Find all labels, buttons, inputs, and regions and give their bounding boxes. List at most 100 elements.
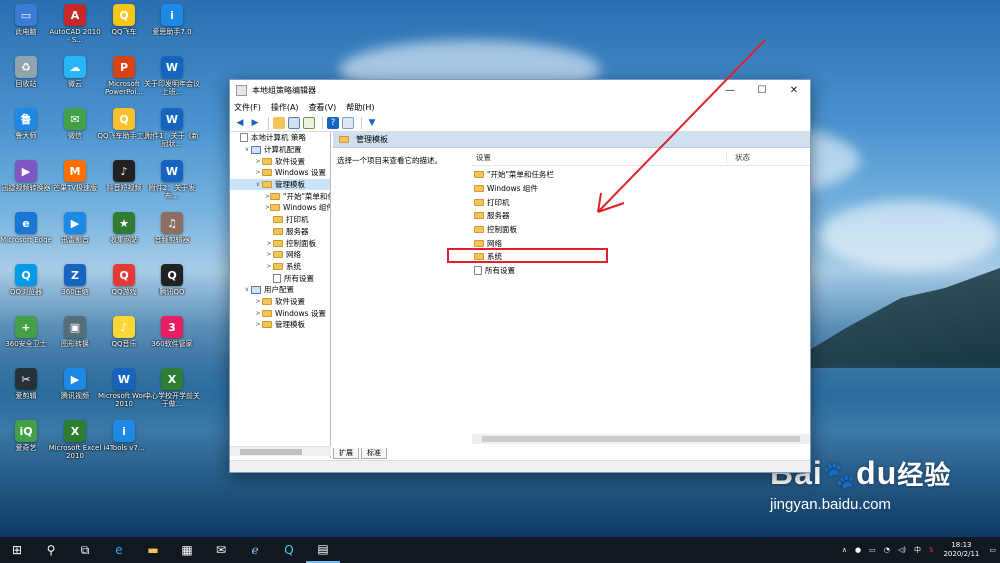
desktop-icon[interactable]: 3 360软件管家 [147,316,197,364]
desktop-icon[interactable]: Z 360压缩 [50,264,100,312]
desktop-icon[interactable]: 鲁鲁大师 [1,108,51,156]
gpedit-taskbar-icon[interactable]: ▤ [306,537,340,563]
list-item[interactable]: 所有设置 [474,264,554,278]
battery-icon[interactable]: ▭ [869,546,876,554]
desktop-icon[interactable]: M 芒果TV极速版 [50,160,100,208]
tray-up-icon[interactable]: ∧ [842,546,847,554]
properties-icon[interactable] [342,117,354,129]
tree-item[interactable]: 所有设置 [230,272,330,284]
export-list-icon[interactable] [303,117,315,129]
list-item[interactable]: 控制面板 [474,223,554,237]
desktop-icon[interactable]: ▭ 此电脑 [1,4,51,52]
tray-app-icon[interactable]: ● [855,546,861,554]
desktop-icon[interactable]: ▣ 图形转换 [50,316,100,364]
title-bar[interactable]: 本地组策略编辑器 — ☐ ✕ [230,80,810,100]
search-icon[interactable]: ⚲ [34,537,68,563]
desktop-icon[interactable]: ▶ 迅捷视频转换器 [1,160,51,208]
desktop-icon[interactable]: Q QQ飞车 [99,4,149,52]
filter-icon[interactable]: ▼ [366,117,378,129]
menu-help[interactable]: 帮助(H) [346,102,374,113]
ie-icon[interactable]: ℯ [238,537,272,563]
list-item[interactable]: 服务器 [474,209,554,223]
tab-standard[interactable]: 标准 [361,448,387,459]
up-folder-icon[interactable] [273,117,285,129]
list-scrollbar[interactable] [472,434,810,444]
column-state[interactable]: 状态 [727,152,750,163]
desktop-icon[interactable]: iQ 爱奇艺 [1,420,51,468]
tree-item[interactable]: > 网络 [230,249,330,261]
tree-scrollbar[interactable] [230,446,331,456]
desktop-icon[interactable]: ♫ 音频剪辑器 [147,212,197,260]
desktop-icon[interactable]: e Microsoft Edge [0,212,52,260]
desktop-icon[interactable]: W 附件1：关于《新冠状... [145,108,199,156]
menu-action[interactable]: 操作(A) [271,102,299,113]
expand-chevron-icon[interactable]: > [254,321,262,328]
tree-item[interactable]: > Windows 设置 [230,167,330,179]
list-item[interactable]: Windows 组件 [474,182,554,196]
desktop-icon[interactable]: ☁ 微云 [50,56,100,104]
desktop-icon[interactable]: ▶ 迅雷影音 [50,212,100,260]
tree-item[interactable]: > 软件设置 [230,155,330,167]
desktop-icon[interactable]: i 爱思助手7.0 [147,4,197,52]
start-button[interactable]: ⊞ [0,537,34,563]
tree-item[interactable]: 打印机 [230,214,330,226]
expand-chevron-icon[interactable]: > [265,263,273,270]
minimize-button[interactable]: — [714,80,746,100]
expand-chevron-icon[interactable]: > [254,169,262,176]
clock[interactable]: 18:13 2020/2/11 [943,541,979,559]
desktop-icon[interactable]: ★ 收集网站 [99,212,149,260]
help-icon[interactable]: ? [327,117,339,129]
expand-chevron-icon[interactable]: > [265,251,273,258]
menu-file[interactable]: 文件(F) [234,102,261,113]
task-view-icon[interactable]: ⧉ [68,537,102,563]
desktop-icon[interactable]: ▶ 腾讯视频 [50,368,100,416]
desktop-icon[interactable]: Q QQ浏览器 [1,264,51,312]
desktop-icon[interactable]: ✉ 微信 [50,108,100,156]
network-icon[interactable]: ◔ [884,546,890,554]
list-item[interactable]: "开始"菜单和任务栏 [474,168,554,182]
tree-item[interactable]: > 管理模板 [230,319,330,331]
desktop-icon[interactable]: Q QQ游戏 [99,264,149,312]
tree-item[interactable]: ∨ 计算机配置 [230,144,330,156]
tree-item[interactable]: > 控制面板 [230,237,330,249]
desktop-icon[interactable]: ✂ 爱剪辑 [1,368,51,416]
qq-browser-icon[interactable]: Q [272,537,306,563]
volume-icon[interactable]: ◁) [898,546,906,554]
edge-icon[interactable]: e [102,537,136,563]
expand-chevron-icon[interactable]: > [254,298,262,305]
desktop-icon[interactable]: W Microsoft Word 2010 [98,368,150,416]
desktop-icon[interactable]: ♪ 抖音短视频 [99,160,149,208]
desktop-icon[interactable]: ♻ 回收站 [1,56,51,104]
sogou-icon[interactable]: S [929,546,933,554]
tree-item[interactable]: ∨ 管理模板 [230,178,330,191]
desktop-icon[interactable]: P Microsoft PowerPoi... [99,56,149,104]
tree-item[interactable]: > Windows 设置 [230,307,330,319]
desktop-icon[interactable]: +360安全卫士 [1,316,51,364]
expand-chevron-icon[interactable]: ∨ [243,286,251,293]
desktop-icon[interactable]: W 附件2：关于发布... [147,160,197,208]
show-hide-tree-icon[interactable] [288,117,300,129]
tab-extended[interactable]: 扩展 [333,448,359,459]
expand-chevron-icon[interactable]: > [254,310,262,317]
desktop-icon[interactable]: Q QQ飞车助手工具 [97,108,151,156]
tree-item[interactable]: > 系统 [230,261,330,273]
maximize-button[interactable]: ☐ [746,80,778,100]
mail-icon[interactable]: ✉ [204,537,238,563]
tree-item[interactable]: 服务器 [230,226,330,238]
expand-chevron-icon[interactable]: > [265,240,273,247]
file-explorer-icon[interactable]: ▬ [136,537,170,563]
list-scroll-thumb[interactable] [482,436,800,442]
desktop-icon[interactable]: X 中心学校开学前关于做... [144,368,200,416]
column-setting[interactable]: 设置 [472,152,727,163]
ime-indicator[interactable]: 中 [914,545,921,555]
desktop-icon[interactable]: W 关于印发明年会议上班... [144,56,200,104]
close-button[interactable]: ✕ [778,80,810,100]
notification-icon[interactable]: ▭ [989,546,996,554]
menu-view[interactable]: 查看(V) [309,102,337,113]
list-item[interactable]: 打印机 [474,195,554,209]
tree-item[interactable]: > Windows 组件 [230,202,330,214]
store-icon[interactable]: ▦ [170,537,204,563]
desktop-icon[interactable]: A AutoCAD 2010 - S... [49,4,101,52]
desktop-icon[interactable]: i i4Tools v7... [99,420,149,468]
desktop-icon[interactable]: ♪ QQ音乐 [99,316,149,364]
